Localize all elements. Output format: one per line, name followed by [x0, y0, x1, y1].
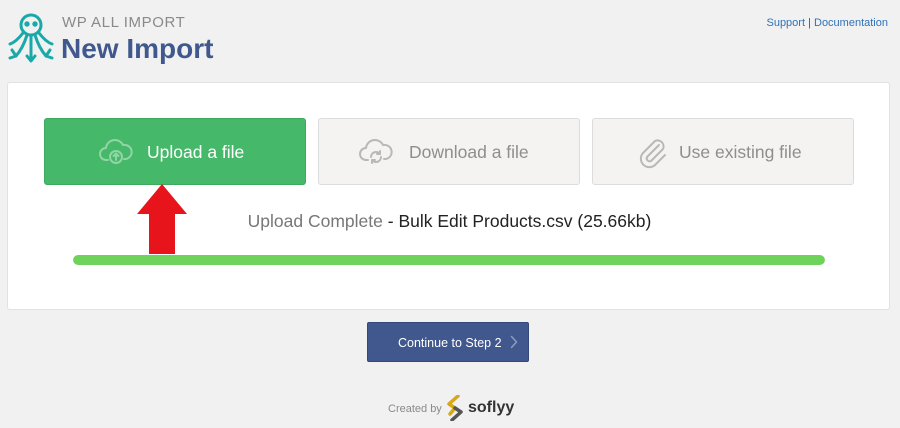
chevron-right-icon — [510, 335, 518, 349]
upload-file-label: Upload a file — [147, 142, 245, 162]
octopus-logo-icon — [8, 13, 54, 63]
link-separator: | — [805, 17, 814, 29]
upload-status: Upload Complete - Bulk Edit Products.csv… — [8, 211, 891, 232]
upload-file-button[interactable]: Upload a file — [44, 118, 306, 185]
brand-name: WP ALL IMPORT — [62, 14, 186, 31]
upload-status-separator: - — [382, 211, 399, 231]
paperclip-icon — [639, 139, 666, 169]
download-file-button[interactable]: Download a file — [318, 118, 580, 185]
import-source-panel: Upload a file Download a file Use existi… — [7, 82, 890, 310]
created-by-label: Created by — [388, 403, 442, 415]
upload-status-label: Upload Complete — [247, 211, 383, 231]
page-header: WP ALL IMPORT New Import Support | Docum… — [0, 0, 900, 80]
upload-progress-bar — [73, 255, 825, 265]
use-existing-file-button[interactable]: Use existing file — [592, 118, 854, 185]
support-link[interactable]: Support — [766, 17, 805, 29]
uploaded-file-name: Bulk Edit Products.csv (25.66kb) — [398, 211, 652, 231]
cloud-refresh-icon — [359, 139, 393, 164]
use-existing-file-label: Use existing file — [679, 142, 802, 162]
soflyy-logo-icon — [447, 395, 463, 421]
documentation-link[interactable]: Documentation — [814, 17, 888, 29]
soflyy-brand-name: soflyy — [468, 399, 515, 416]
download-file-label: Download a file — [409, 142, 529, 162]
help-links: Support | Documentation — [766, 17, 888, 29]
page-title: New Import — [61, 33, 214, 64]
cloud-upload-icon — [99, 139, 133, 164]
continue-to-step-2-button[interactable]: Continue to Step 2 — [367, 322, 529, 362]
upload-progress-fill — [73, 255, 825, 265]
continue-button-label: Continue to Step 2 — [398, 336, 502, 350]
